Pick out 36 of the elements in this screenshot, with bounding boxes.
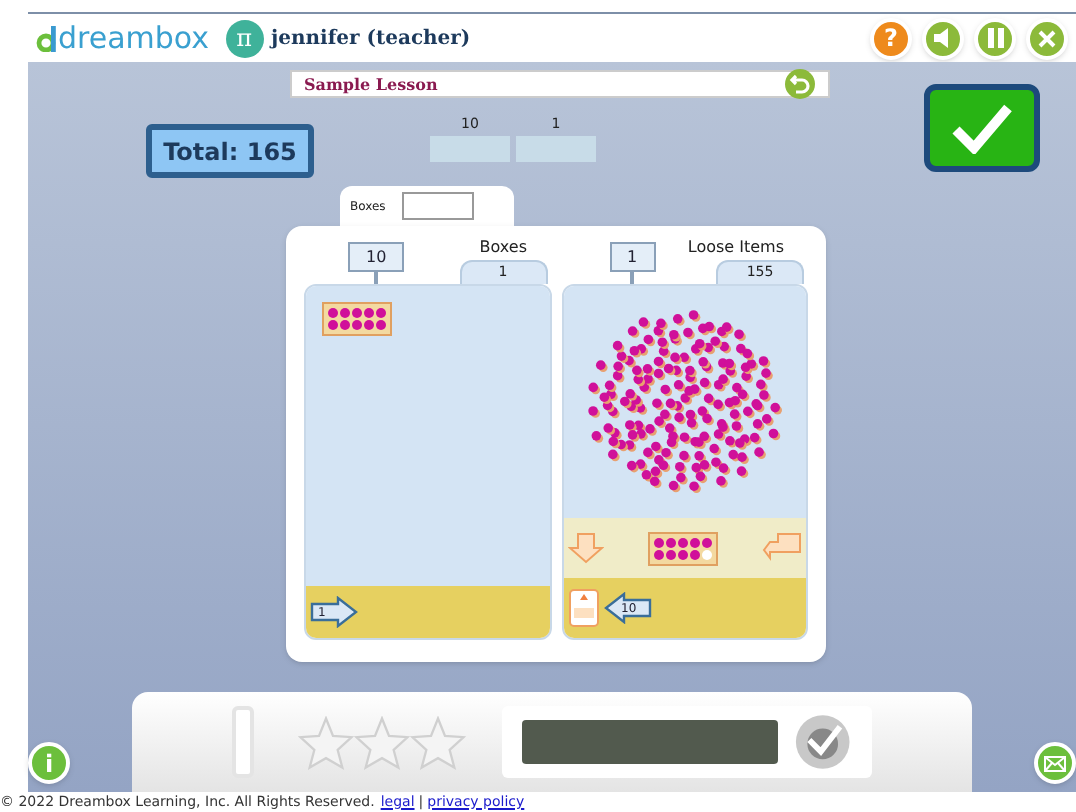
pause-button[interactable] <box>974 17 1016 59</box>
sign-post: 10 <box>348 242 405 284</box>
return-arrow-icon[interactable] <box>762 532 802 564</box>
pause-icon <box>987 28 1003 48</box>
answer-slot <box>430 135 510 161</box>
mail-button[interactable] <box>1034 742 1076 784</box>
sound-button[interactable] <box>922 17 964 59</box>
ten-tray-drawing <box>647 531 718 565</box>
sign-post: 1 <box>609 242 656 284</box>
left-arrow-icon[interactable] <box>603 592 651 624</box>
close-icon <box>1038 29 1056 47</box>
star-icon <box>410 715 466 769</box>
speaker-icon <box>932 28 954 48</box>
user-name: jennifer (teacher) <box>271 25 471 53</box>
logo-icon <box>36 25 56 51</box>
star-icon <box>354 715 410 769</box>
logo-text: dreambox <box>58 23 210 53</box>
check-badge-icon <box>794 712 852 772</box>
panel-title: Boxes <box>479 236 527 260</box>
ten-tray-drawing <box>322 302 392 336</box>
checkmark-icon <box>952 102 1012 154</box>
back-arrow-icon[interactable] <box>784 68 816 100</box>
total-display: Total: 165 <box>146 124 314 178</box>
down-arrow-icon[interactable] <box>567 532 603 564</box>
right-arrow-icon[interactable] <box>310 596 358 628</box>
avatar-icon: π <box>225 19 264 57</box>
star-icon <box>298 715 354 769</box>
input-field[interactable] <box>401 192 474 220</box>
lesson-title: Sample Lesson <box>304 72 438 96</box>
tray-icon[interactable] <box>567 588 599 628</box>
answer-card <box>232 706 254 778</box>
panel-title: Loose Items <box>687 236 784 260</box>
answer-slot <box>516 135 596 161</box>
check-button[interactable] <box>924 84 1040 172</box>
close-button[interactable] <box>1026 17 1068 59</box>
envelope-icon <box>1044 755 1066 771</box>
